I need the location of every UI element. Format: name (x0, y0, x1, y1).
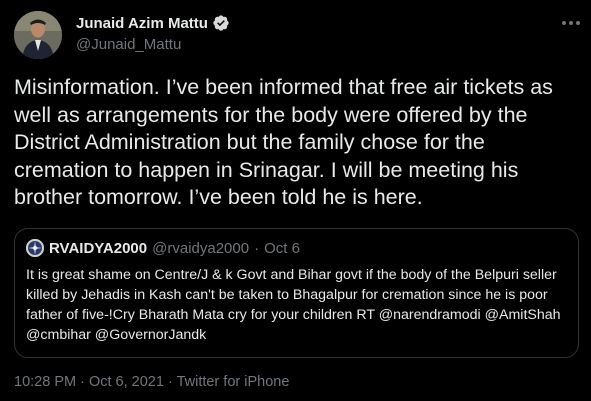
tweet-card: Junaid Azim Mattu @Junaid_Mattu Misinfor… (0, 0, 591, 401)
meta-separator: · (163, 374, 177, 390)
quoted-separator: · (254, 239, 260, 257)
author-handle[interactable]: @Junaid_Mattu (76, 36, 230, 53)
tweet-text: Misinformation. I’ve been informed that … (14, 75, 553, 209)
tweet-source[interactable]: Twitter for iPhone (177, 374, 290, 390)
verified-badge-icon (212, 14, 230, 32)
quoted-tweet-text: It is great shame on Centre/J & k Govt a… (26, 267, 561, 343)
tweet-metadata: 10:28 PM · Oct 6, 2021 · Twitter for iPh… (14, 374, 289, 390)
quoted-author-handle[interactable]: @rvaidya2000 (152, 240, 249, 257)
quoted-tweet[interactable]: RVAIDYA2000 @rvaidya2000 · Oct 6 It is g… (14, 228, 579, 358)
author-avatar[interactable] (14, 11, 62, 59)
author-info: Junaid Azim Mattu @Junaid_Mattu (76, 13, 230, 53)
tweet-time[interactable]: 10:28 PM (14, 374, 76, 390)
more-options-icon[interactable] (560, 14, 582, 32)
meta-separator: · (76, 374, 89, 390)
author-display-name[interactable]: Junaid Azim Mattu (76, 15, 208, 32)
quoted-tweet-date[interactable]: Oct 6 (264, 240, 300, 257)
quoted-author-display-name[interactable]: RVAIDYA2000 (49, 240, 147, 257)
tweet-date[interactable]: Oct 6, 2021 (89, 374, 164, 390)
quoted-tweet-header: RVAIDYA2000 @rvaidya2000 · Oct 6 (26, 239, 300, 257)
quoted-author-avatar[interactable] (26, 239, 44, 257)
